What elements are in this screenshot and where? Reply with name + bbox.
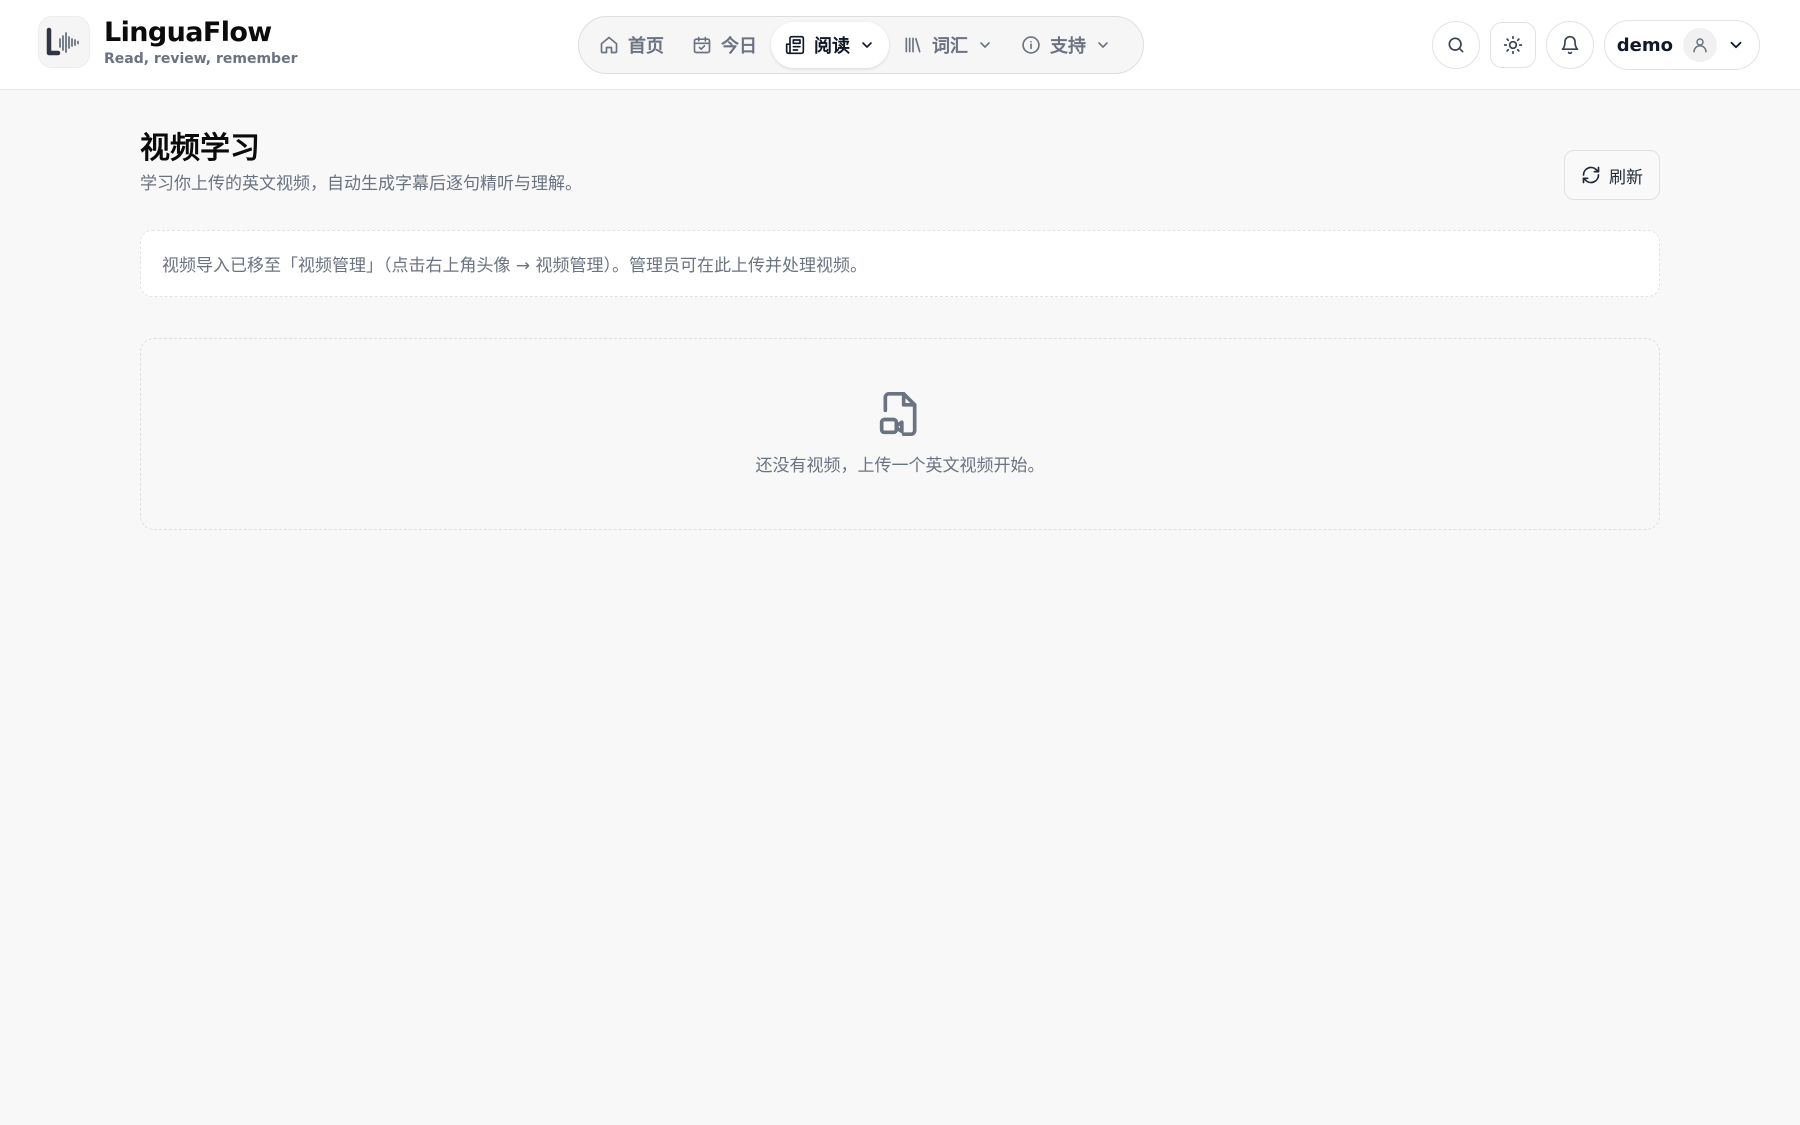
main-nav: 首页 今日 阅读 词汇 支持 <box>578 16 1144 74</box>
home-icon <box>599 35 619 55</box>
file-video-icon <box>878 389 922 439</box>
nav-label-reading: 阅读 <box>814 36 850 57</box>
info-icon <box>1021 35 1041 55</box>
nav-item-today[interactable]: 今日 <box>678 22 771 68</box>
avatar <box>1683 28 1717 62</box>
refresh-icon <box>1581 165 1601 185</box>
chevron-down-icon <box>1095 37 1111 53</box>
brand[interactable]: LinguaFlow Read, review, remember <box>38 16 297 68</box>
library-icon <box>903 35 923 55</box>
brand-name: LinguaFlow <box>104 17 272 48</box>
brand-logo <box>38 16 90 68</box>
top-header: LinguaFlow Read, review, remember 首页 今日 … <box>0 0 1800 90</box>
nav-label-support: 支持 <box>1050 36 1086 57</box>
bell-icon <box>1560 35 1580 55</box>
notifications-button[interactable] <box>1545 21 1594 69</box>
empty-state-text: 还没有视频，上传一个英文视频开始。 <box>755 456 1045 476</box>
user-icon <box>1693 38 1707 53</box>
page-subtitle: 学习你上传的英文视频，自动生成字幕后逐句精听与理解。 <box>140 174 582 194</box>
notice-text: 视频导入已移至「视频管理」（点击右上角头像 → 视频管理）。管理员可在此上传并处… <box>162 256 868 276</box>
theme-toggle-button[interactable] <box>1489 22 1536 68</box>
search-button[interactable] <box>1431 21 1480 69</box>
chevron-down-icon <box>1727 36 1745 54</box>
nav-item-vocabulary[interactable]: 词汇 <box>889 22 1007 68</box>
notice-banner: 视频导入已移至「视频管理」（点击右上角头像 → 视频管理）。管理员可在此上传并处… <box>140 230 1660 297</box>
user-menu-button[interactable]: demo <box>1603 20 1760 70</box>
nav-item-support[interactable]: 支持 <box>1007 22 1125 68</box>
refresh-label: 刷新 <box>1609 167 1643 188</box>
chevron-down-icon <box>977 37 993 53</box>
search-icon <box>1446 35 1466 55</box>
user-name: demo <box>1616 34 1673 56</box>
nav-item-home[interactable]: 首页 <box>585 22 678 68</box>
empty-state: 还没有视频，上传一个英文视频开始。 <box>140 338 1660 530</box>
main-content: 视频学习 学习你上传的英文视频，自动生成字幕后逐句精听与理解。 刷新 视频导入已… <box>140 128 1660 530</box>
sun-icon <box>1503 35 1523 55</box>
newspaper-icon <box>785 35 805 55</box>
refresh-button[interactable]: 刷新 <box>1564 150 1660 200</box>
brand-tagline: Read, review, remember <box>104 51 298 67</box>
page-title: 视频学习 <box>140 131 260 166</box>
header-actions: demo <box>1431 20 1760 70</box>
calendar-check-icon <box>692 35 712 55</box>
nav-label-vocabulary: 词汇 <box>932 36 968 57</box>
nav-label-today: 今日 <box>721 36 757 57</box>
nav-label-home: 首页 <box>628 36 664 57</box>
logo-mark-icon <box>46 27 79 56</box>
nav-item-reading[interactable]: 阅读 <box>771 22 889 68</box>
chevron-down-icon <box>859 37 875 53</box>
